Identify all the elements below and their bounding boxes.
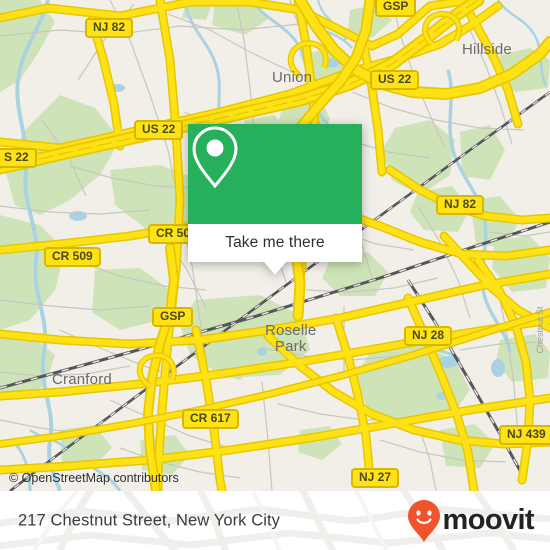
highway-shield-nj-82-right[interactable]: NJ 82 [436,195,485,215]
highway-shield-s-22-left[interactable]: S 22 [0,148,37,168]
highway-shield-gsp-top[interactable]: GSP [375,0,417,17]
footer-bar: 217 Chestnut Street, New York City moovi… [0,491,550,550]
take-me-there-button[interactable]: Take me there [188,224,362,262]
edge-street-label: Chestnut St [535,306,545,354]
take-me-there-label: Take me there [225,234,325,251]
destination-popup[interactable]: Take me there [188,124,362,275]
highway-shield-nj-27[interactable]: NJ 27 [351,468,400,488]
moovit-smiley-pin-icon [407,499,440,542]
moovit-logo[interactable]: moovit [407,499,535,543]
highway-shield-nj-439[interactable]: NJ 439 [499,425,550,445]
city-label-hillside: Hillside [462,41,512,58]
city-label-roselle-park: Roselle Park [265,323,316,355]
address-text: 217 Chestnut Street, New York City [18,511,281,529]
osm-attribution[interactable]: © OpenStreetMap contributors [9,471,179,485]
map-pin-icon [192,126,238,189]
highway-shield-cr-509-left[interactable]: CR 509 [44,247,101,267]
city-label-line-1: Roselle [265,322,317,339]
popup-pointer-tail [264,262,286,275]
map-screenshot: Chestnut St Union Hillside Roselle Park … [0,0,550,550]
city-label-line-2: Park [274,338,307,355]
map-canvas[interactable]: Chestnut St Union Hillside Roselle Park … [0,0,550,491]
highway-shield-nj-28[interactable]: NJ 28 [404,326,453,346]
city-label-cranford: Cranford [52,371,112,388]
highway-shield-us-22-mid[interactable]: US 22 [134,120,184,140]
highway-shield-cr-617[interactable]: CR 617 [182,409,239,429]
highway-shield-nj-82-top[interactable]: NJ 82 [85,18,134,38]
highway-shield-gsp-mid[interactable]: GSP [152,307,194,327]
highway-shield-us-22-right[interactable]: US 22 [370,70,420,90]
popup-header [188,124,362,224]
moovit-wordmark: moovit [442,504,535,536]
city-label-union: Union [272,69,313,86]
